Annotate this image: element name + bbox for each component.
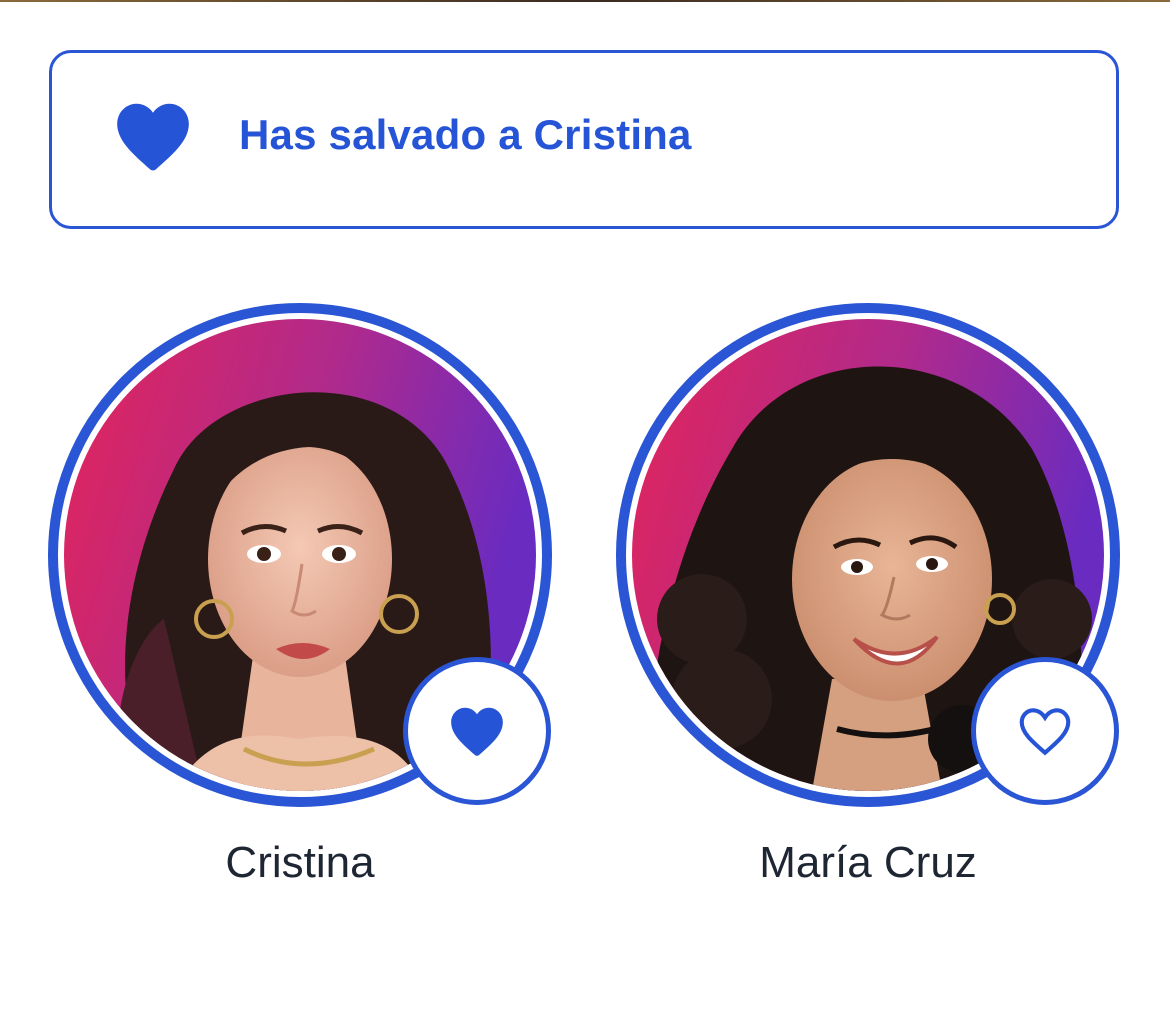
candidate-name: María Cruz (759, 838, 977, 887)
saved-confirmation-banner: Has salvado a Cristina (49, 50, 1119, 229)
heart-outline-icon (1019, 708, 1071, 756)
candidate-name: Cristina (225, 838, 375, 887)
save-button[interactable] (971, 657, 1119, 805)
banner-message: Has salvado a Cristina (239, 111, 692, 158)
heart-filled-icon (451, 707, 503, 756)
top-divider (0, 0, 1170, 2)
heart-filled-icon (117, 103, 189, 171)
save-button[interactable] (403, 657, 551, 805)
